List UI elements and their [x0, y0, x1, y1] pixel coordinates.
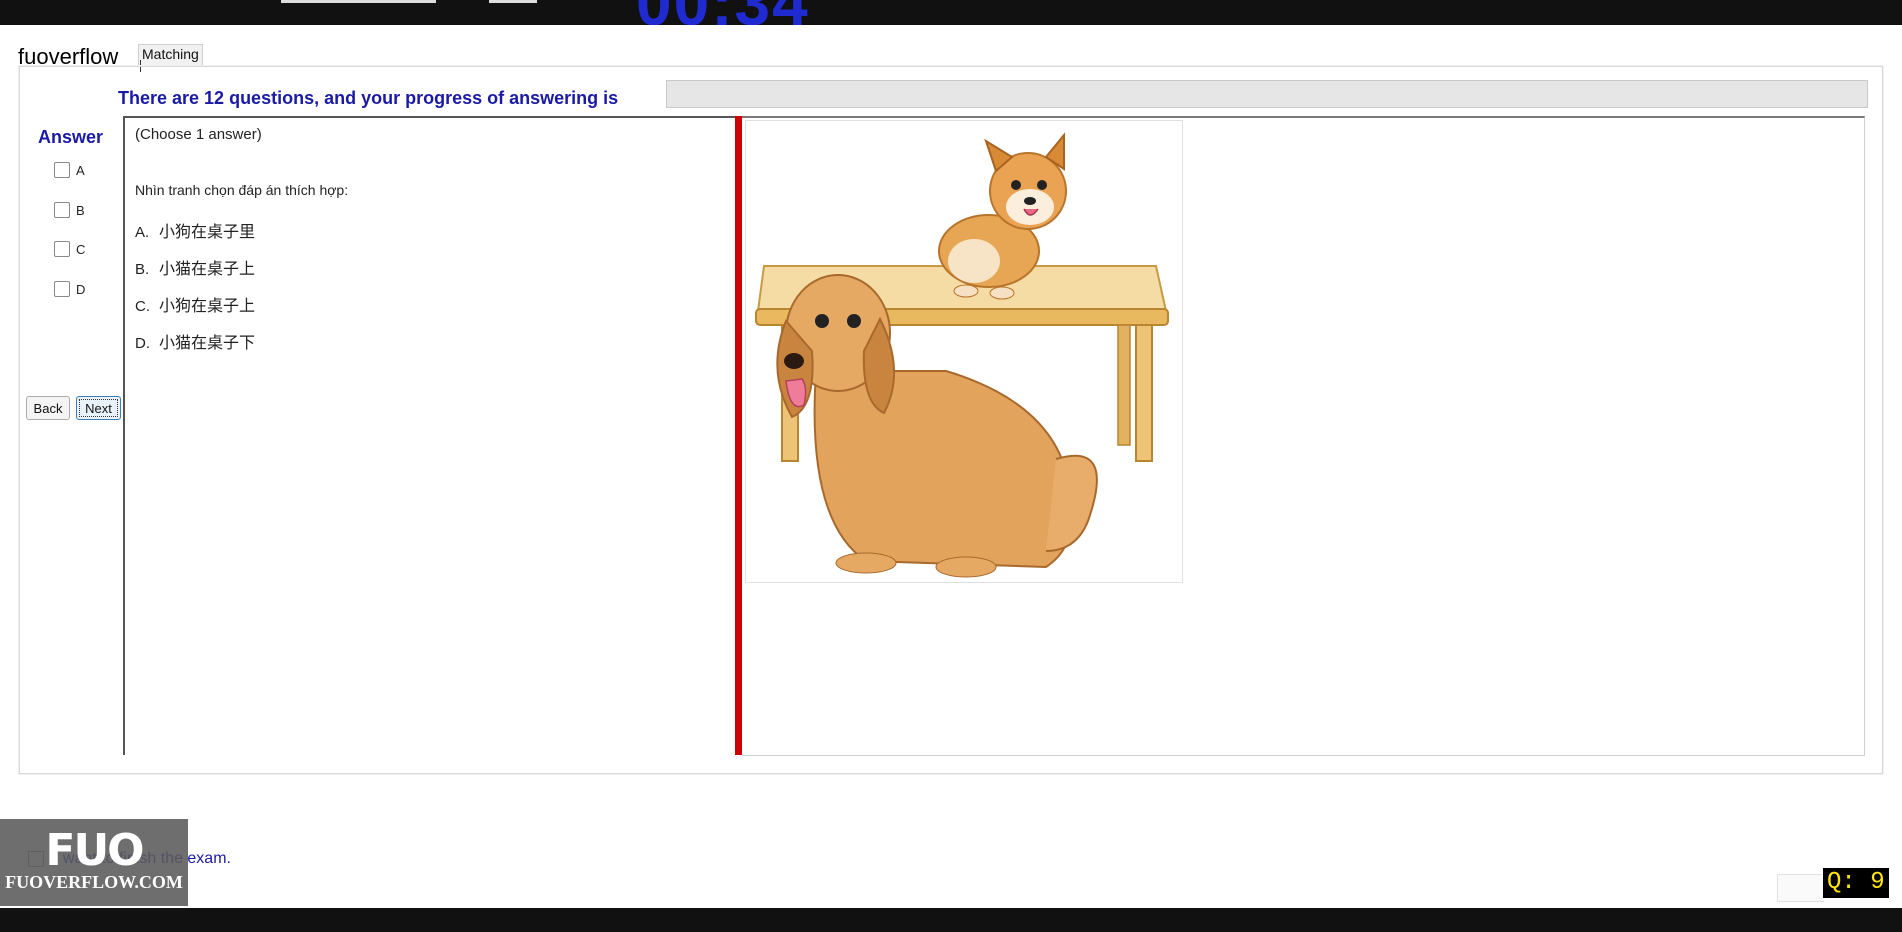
question-counter: Q: 9	[1823, 868, 1889, 898]
choice-text: 小狗在桌子上	[159, 298, 256, 315]
answer-option-label: B	[76, 202, 85, 218]
answer-option-label: D	[76, 281, 86, 297]
choice-text: 小猫在桌子上	[159, 261, 256, 278]
choice-letter: C.	[135, 298, 150, 315]
answer-title: Answer	[38, 127, 104, 147]
progress-label: There are 12 questions, and your progres…	[118, 88, 619, 108]
watermark-small-text: FUOVERFLOW.COM	[5, 872, 183, 892]
question-hint: (Choose 1 answer)	[135, 126, 262, 143]
watermark-big-text: FUO	[45, 825, 144, 876]
panel-splitter[interactable]	[735, 116, 742, 755]
watermark-logo: FUO FUOVERFLOW.COM	[0, 819, 188, 906]
answer-option-label: C	[76, 241, 86, 257]
checkbox[interactable]	[54, 162, 70, 178]
answer-option-c[interactable]: C	[54, 239, 85, 259]
bottom-strip	[0, 908, 1902, 932]
choice-b: B. 小猫在桌子上	[135, 255, 255, 279]
next-button[interactable]: Next	[76, 396, 121, 420]
question-image-area	[742, 116, 1865, 756]
checkbox[interactable]	[54, 281, 70, 297]
choice-letter: D.	[135, 335, 150, 352]
choice-text: 小狗在桌子里	[159, 224, 256, 241]
counter-field	[1777, 874, 1824, 902]
answer-option-label: A	[76, 162, 85, 178]
choice-d: D. 小猫在桌子下	[135, 329, 255, 353]
checkbox[interactable]	[54, 202, 70, 218]
question-text-box: (Choose 1 answer) Nhìn tranh chọn đáp án…	[123, 116, 737, 755]
back-button[interactable]: Back	[26, 396, 70, 420]
top-strip: 00:34	[0, 0, 1902, 25]
timer-cropped: 00:34	[636, 0, 810, 25]
progress-bar	[666, 80, 1868, 108]
question-image	[745, 120, 1183, 583]
cropped-control	[281, 0, 436, 3]
answer-option-d[interactable]: D	[54, 279, 85, 299]
choice-a: A. 小狗在桌子里	[135, 218, 255, 242]
choice-letter: A.	[135, 224, 150, 241]
question-prompt: Nhìn tranh chọn đáp án thích hợp:	[135, 182, 349, 198]
choice-letter: B.	[135, 261, 150, 278]
choice-c: C. 小狗在桌子上	[135, 292, 255, 316]
cropped-control	[489, 0, 537, 3]
answer-option-b[interactable]: B	[54, 200, 85, 220]
choice-text: 小猫在桌子下	[159, 335, 256, 352]
dogs-and-table-illustration-icon	[755, 132, 1169, 578]
checkbox[interactable]	[54, 241, 70, 257]
mode-tab[interactable]: Matching	[138, 44, 203, 66]
answer-option-a[interactable]: A	[54, 160, 85, 180]
